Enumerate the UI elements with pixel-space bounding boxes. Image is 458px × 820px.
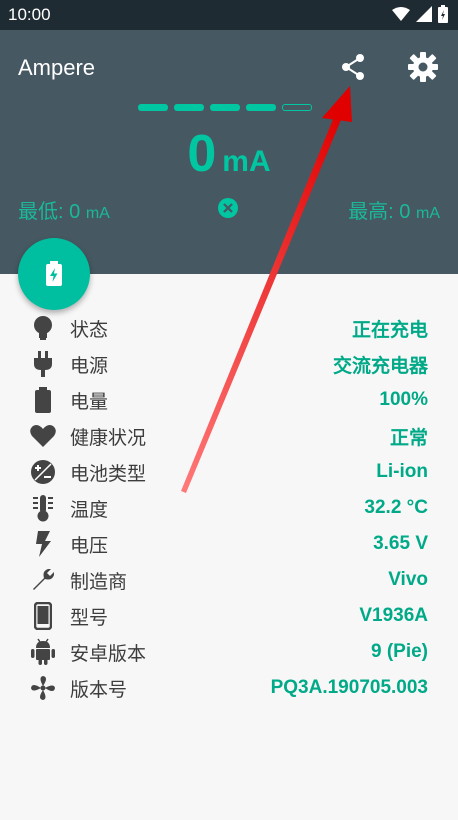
info-row-manufacturer: 制造商 Vivo xyxy=(0,562,458,598)
status-icons xyxy=(392,5,448,23)
info-value: 交流充电器 xyxy=(332,355,428,377)
current-value: 0 xyxy=(187,125,217,183)
min-label: 最低: 0 xyxy=(18,201,81,223)
info-value: Li-ion xyxy=(376,461,428,482)
info-value: 100% xyxy=(379,389,428,410)
max-label: 最高: 0 xyxy=(348,201,411,223)
reset-minmax-button[interactable] xyxy=(218,198,238,218)
min-reading: 最低: 0 mA xyxy=(18,195,110,224)
info-label: 电池类型 xyxy=(70,462,147,485)
info-row-android-version: 安卓版本 9 (Pie) xyxy=(0,634,458,670)
lightbulb-icon xyxy=(28,313,58,343)
battery-info-list: 状态 正在充电 电源 交流充电器 电量 100% 健康状况 正常 电池类型 Li… xyxy=(0,310,458,706)
wrench-icon xyxy=(28,565,58,595)
max-unit: mA xyxy=(416,205,440,222)
status-bar: 10:00 xyxy=(0,0,458,30)
app-title: Ampere xyxy=(18,55,96,80)
info-row-status: 状态 正在充电 xyxy=(0,310,458,346)
info-label: 电源 xyxy=(70,354,109,377)
info-value: 9 (Pie) xyxy=(370,641,428,662)
info-row-power-source: 电源 交流充电器 xyxy=(0,346,458,382)
info-value: V1936A xyxy=(359,605,428,626)
current-gauge xyxy=(138,104,312,111)
info-row-temperature: 温度 32.2 °C xyxy=(0,490,458,526)
current-reading: 0 mA xyxy=(0,124,458,184)
android-icon xyxy=(28,637,58,667)
info-label: 温度 xyxy=(70,498,109,521)
battery-charging-icon xyxy=(46,261,62,286)
info-label: 健康状况 xyxy=(70,426,147,449)
battery-charging-icon xyxy=(438,5,448,23)
info-row-model: 型号 V1936A xyxy=(0,598,458,634)
gauge-segment xyxy=(246,104,276,111)
battery-icon xyxy=(28,385,58,415)
info-value: Vivo xyxy=(388,569,428,590)
info-row-health: 健康状况 正常 xyxy=(0,418,458,454)
meter-header: Ampere 0 mA 最低: 0 mA 最高: 0 mA xyxy=(0,30,458,274)
info-label: 状态 xyxy=(70,318,109,341)
battery-type-icon xyxy=(28,457,58,487)
wifi-icon xyxy=(392,7,410,21)
fan-icon xyxy=(28,673,58,703)
plug-icon xyxy=(28,349,58,379)
info-row-voltage: 电压 3.65 V xyxy=(0,526,458,562)
info-value: 3.65 V xyxy=(373,533,428,554)
info-value: 正在充电 xyxy=(351,319,428,341)
heart-icon xyxy=(28,421,58,451)
gauge-segment xyxy=(210,104,240,111)
current-unit: mA xyxy=(222,145,271,178)
signal-icon xyxy=(416,6,432,22)
info-value: PQ3A.190705.003 xyxy=(270,677,428,698)
gear-icon xyxy=(408,52,438,82)
share-button[interactable] xyxy=(336,50,370,84)
info-value: 正常 xyxy=(389,427,428,449)
info-row-build-number: 版本号 PQ3A.190705.003 xyxy=(0,670,458,706)
info-label: 电压 xyxy=(70,534,109,557)
phone-icon xyxy=(28,601,58,631)
gauge-segment xyxy=(174,104,204,111)
info-label: 安卓版本 xyxy=(70,642,147,665)
info-label: 制造商 xyxy=(70,570,128,593)
info-row-level: 电量 100% xyxy=(0,382,458,418)
flash-icon xyxy=(28,529,58,559)
close-icon xyxy=(223,203,233,213)
info-label: 电量 xyxy=(70,390,109,413)
info-row-battery-type: 电池类型 Li-ion xyxy=(0,454,458,490)
status-time: 10:00 xyxy=(8,5,51,24)
share-icon xyxy=(342,54,364,80)
battery-fab-button[interactable] xyxy=(18,238,90,310)
info-value: 32.2 °C xyxy=(364,497,428,518)
gauge-segment xyxy=(282,104,312,111)
info-label: 版本号 xyxy=(70,678,128,701)
settings-button[interactable] xyxy=(406,50,440,84)
gauge-segment xyxy=(138,104,168,111)
thermometer-icon xyxy=(28,493,58,523)
max-reading: 最高: 0 mA xyxy=(348,195,440,224)
info-label: 型号 xyxy=(70,606,109,629)
min-unit: mA xyxy=(85,205,110,222)
